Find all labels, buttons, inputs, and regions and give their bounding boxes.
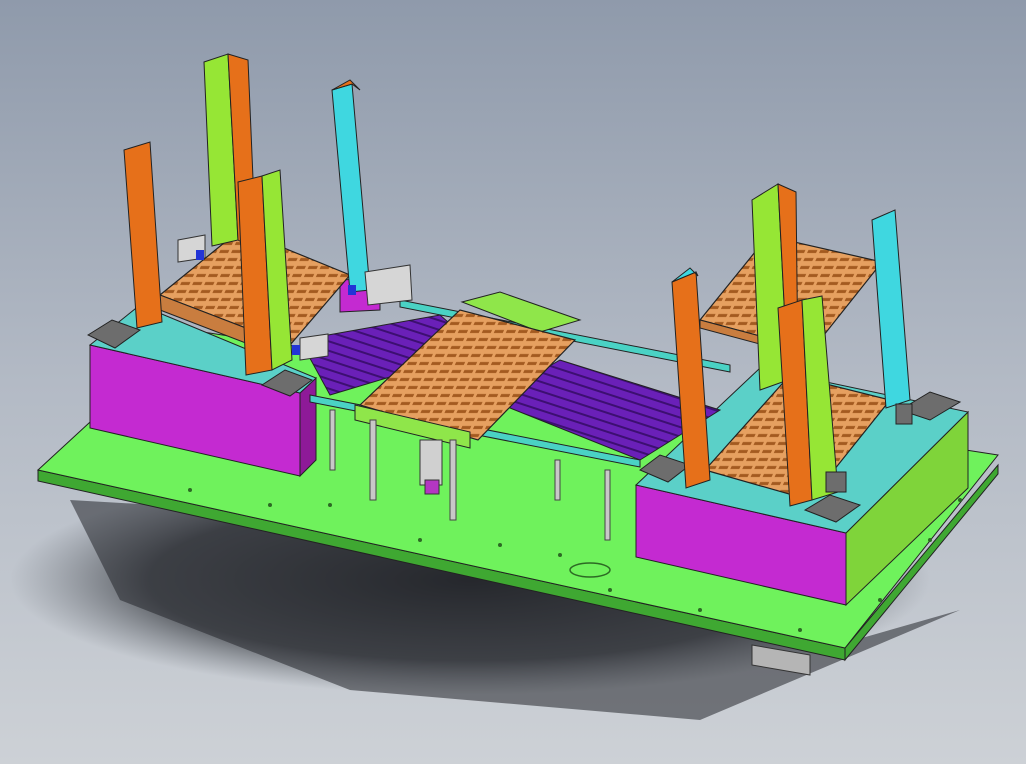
clamp-left-b [364, 264, 413, 306]
blue-sensor-3 [292, 345, 300, 355]
grey-block-right-2 [895, 403, 913, 425]
blue-sensor-1 [196, 250, 204, 260]
shuttle-cylinder-base [424, 479, 440, 495]
clamp-left-c [299, 333, 329, 361]
grey-block-right [825, 471, 847, 493]
left-housing-side [299, 376, 317, 478]
cad-viewport[interactable] [0, 0, 1026, 764]
cad-model-render [0, 0, 1026, 764]
shuttle-cylinder [419, 439, 443, 486]
blue-sensor-2 [348, 285, 356, 295]
